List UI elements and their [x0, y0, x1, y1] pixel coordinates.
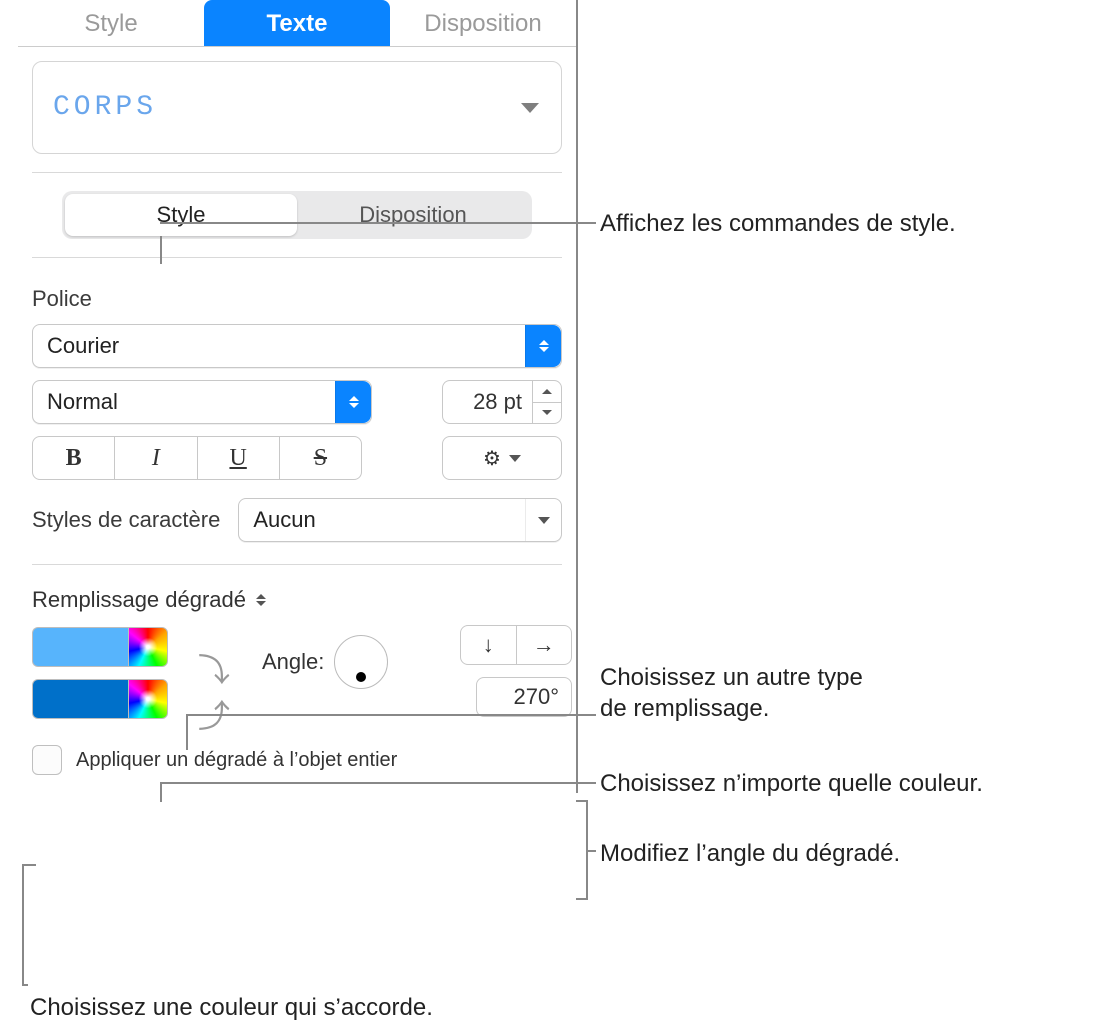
callout-line	[22, 864, 36, 866]
apply-whole-object-checkbox[interactable]	[32, 745, 62, 775]
angle-label: Angle:	[262, 649, 324, 675]
segment-layout[interactable]: Disposition	[297, 194, 529, 236]
direction-down-button[interactable]: ↓	[461, 626, 517, 664]
inspector-panel: Style Texte Disposition CORPS Style Disp…	[18, 0, 578, 793]
callout-line	[160, 236, 162, 264]
stepper-arrows[interactable]	[532, 380, 562, 424]
font-family-value: Courier	[33, 333, 119, 359]
select-caret-icon	[335, 381, 371, 423]
callout-line	[160, 782, 162, 802]
direction-right-button[interactable]: →	[517, 626, 572, 664]
font-style-group: B I U S	[32, 436, 362, 480]
angle-knob[interactable]	[334, 635, 388, 689]
segment-style[interactable]: Style	[65, 194, 297, 236]
callout-line	[160, 222, 596, 224]
callout-line	[186, 714, 188, 750]
callout-line	[160, 782, 596, 784]
callout-bracket	[576, 800, 588, 900]
tab-layout[interactable]: Disposition	[390, 0, 576, 46]
callout-any-color: Choisissez n’importe quelle couleur.	[600, 768, 983, 799]
divider	[32, 172, 562, 173]
char-styles-label: Styles de caractère	[32, 507, 220, 533]
divider	[32, 257, 562, 258]
underline-button[interactable]: U	[198, 437, 280, 479]
inspector-tabs: Style Texte Disposition	[18, 0, 576, 47]
caret-up-icon	[542, 389, 552, 394]
gradient-direction-toggle: ↓ →	[460, 625, 572, 665]
font-family-select[interactable]: Courier	[32, 324, 562, 368]
select-caret-icon	[525, 499, 561, 541]
swap-colors-button[interactable]: ⤵⤴	[198, 645, 230, 737]
select-caret-icon	[525, 325, 561, 367]
callout-line	[588, 850, 596, 852]
paragraph-style-dropdown[interactable]: CORPS	[32, 61, 562, 154]
tab-style[interactable]: Style	[18, 0, 204, 46]
callout-line	[186, 714, 596, 716]
paragraph-style-value: CORPS	[53, 92, 157, 123]
gear-icon: ⚙︎	[483, 446, 501, 471]
char-style-select[interactable]: Aucun	[238, 498, 562, 542]
italic-button[interactable]: I	[115, 437, 197, 479]
callout-style-commands: Affichez les commandes de style.	[600, 208, 956, 239]
font-section: Police Courier Normal 28 pt	[18, 286, 576, 542]
advanced-font-button[interactable]: ⚙︎	[442, 436, 562, 480]
tab-text[interactable]: Texte	[204, 0, 390, 46]
fill-type-value: Remplissage dégradé	[32, 587, 246, 613]
font-weight-select[interactable]: Normal	[32, 380, 372, 424]
fill-section: Remplissage dégradé ⤵⤴ Angle:	[18, 587, 576, 793]
text-subtab-segmented: Style Disposition	[62, 191, 532, 239]
select-caret-icon	[256, 594, 266, 606]
font-label: Police	[32, 286, 562, 312]
callout-fill-type: Choisissez un autre typede remplissage.	[600, 662, 863, 724]
char-style-value: Aucun	[239, 507, 315, 533]
font-size-value[interactable]: 28 pt	[442, 380, 532, 424]
callout-angle: Modifiez l’angle du dégradé.	[600, 838, 900, 869]
gradient-controls: ⤵⤴ Angle: ↓ → 270°	[32, 627, 562, 719]
color-picker-button-1[interactable]	[128, 627, 168, 667]
apply-whole-object-label: Appliquer un dégradé à l’objet entier	[76, 749, 397, 772]
chevron-down-icon	[509, 455, 521, 462]
fill-type-select[interactable]: Remplissage dégradé	[32, 587, 562, 613]
gradient-color-2-well[interactable]	[32, 679, 128, 719]
callout-line	[22, 864, 24, 984]
bold-button[interactable]: B	[33, 437, 115, 479]
callout-line	[22, 984, 28, 986]
callout-matching-color: Choisissez une couleur qui s’accorde.	[30, 992, 433, 1023]
divider	[32, 564, 562, 565]
caret-down-icon	[542, 410, 552, 415]
strike-button[interactable]: S	[280, 437, 361, 479]
color-picker-button-2[interactable]	[128, 679, 168, 719]
chevron-down-icon	[521, 103, 539, 113]
angle-input[interactable]: 270°	[476, 677, 572, 717]
font-weight-value: Normal	[33, 389, 118, 415]
gradient-color-1-well[interactable]	[32, 627, 128, 667]
font-size-stepper[interactable]: 28 pt	[442, 380, 562, 424]
